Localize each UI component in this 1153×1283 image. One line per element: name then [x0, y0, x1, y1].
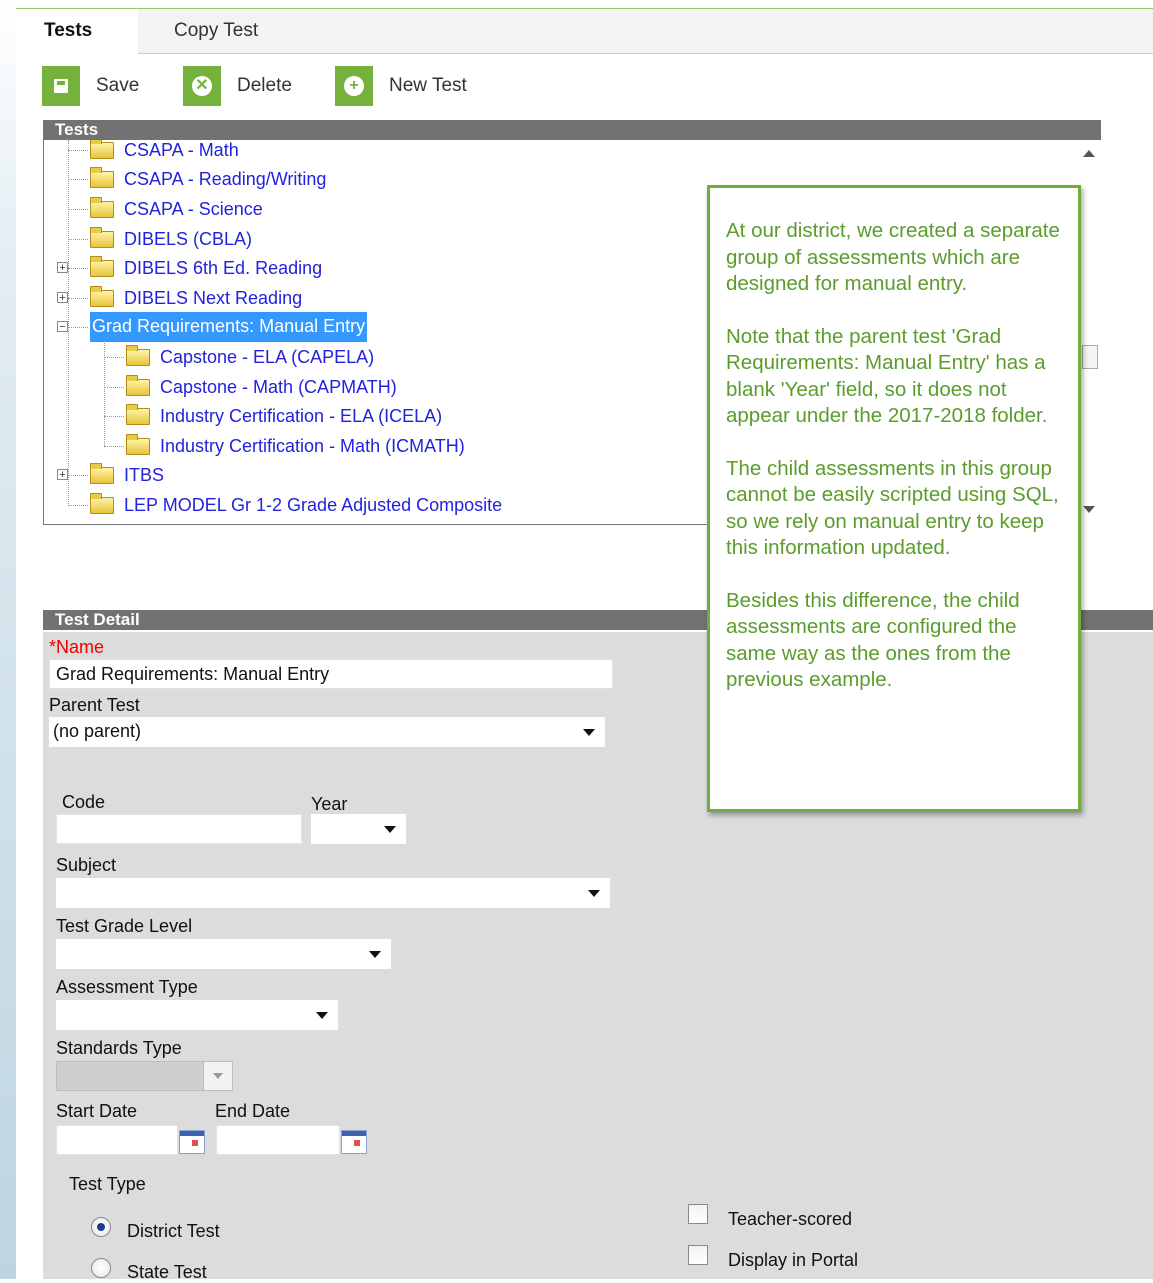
folder-icon	[126, 403, 150, 425]
folder-icon	[90, 492, 114, 514]
expand-icon[interactable]: +	[57, 292, 68, 304]
assessment-type-label: Assessment Type	[56, 977, 198, 997]
display-in-portal-label: Display in Portal	[728, 1250, 859, 1270]
expand-icon[interactable]: +	[57, 262, 68, 274]
tree-item[interactable]: DIBELS 6th Ed. Reading	[90, 255, 324, 281]
chevron-down-icon	[369, 951, 381, 958]
start-date-field[interactable]	[56, 1125, 178, 1155]
chevron-down-icon	[588, 890, 600, 897]
teacher-scored-checkbox[interactable]	[688, 1204, 708, 1224]
tree-item[interactable]: CSAPA - Reading/Writing	[90, 166, 328, 192]
teacher-scored-label: Teacher-scored	[728, 1209, 853, 1229]
tab-tests[interactable]: Tests	[16, 9, 138, 54]
code-label: Code	[62, 792, 106, 812]
annotation-callout: At our district, we created a separate g…	[707, 185, 1081, 812]
folder-icon	[90, 255, 114, 277]
start-date-label: Start Date	[56, 1101, 138, 1121]
district-test-radio[interactable]	[91, 1217, 111, 1237]
code-field[interactable]	[56, 814, 302, 844]
callout-paragraph: Note that the parent test 'Grad Requirem…	[726, 324, 1048, 428]
tree-item[interactable]: ITBS	[90, 462, 166, 488]
folder-icon	[90, 462, 114, 484]
folder-icon	[126, 374, 150, 396]
tree-item[interactable]: Industry Certification - Math (ICMATH)	[126, 433, 467, 459]
background-strip	[0, 0, 16, 1279]
parent-test-value: (no parent)	[53, 721, 142, 741]
display-in-portal-checkbox[interactable]	[688, 1245, 708, 1265]
tree-item[interactable]: CSAPA - Science	[90, 196, 265, 222]
year-select[interactable]	[311, 814, 406, 844]
tree-item[interactable]: Industry Certification - ELA (ICELA)	[126, 403, 444, 429]
scroll-thumb[interactable]	[1082, 345, 1098, 369]
district-test-label: District Test	[127, 1221, 220, 1241]
save-icon	[42, 66, 80, 106]
delete-button[interactable]: ✕ Delete	[183, 64, 292, 108]
end-date-field[interactable]	[216, 1125, 340, 1155]
folder-icon	[90, 285, 114, 307]
save-label: Save	[96, 75, 140, 96]
parent-test-select[interactable]: (no parent)	[49, 717, 605, 747]
folder-icon	[90, 140, 114, 159]
calendar-icon[interactable]	[341, 1130, 367, 1154]
state-test-label: State Test	[127, 1262, 207, 1282]
tree-item-selected[interactable]: Grad Requirements: Manual Entry	[90, 312, 368, 342]
subject-label: Subject	[56, 855, 117, 875]
standards-type-select	[56, 1061, 233, 1091]
plus-icon: +	[335, 66, 373, 106]
expand-icon[interactable]: +	[57, 469, 68, 481]
callout-paragraph: At our district, we created a separate g…	[726, 219, 1060, 295]
state-test-radio[interactable]	[91, 1258, 111, 1278]
tests-panel-header: Tests	[43, 120, 1101, 140]
tree-item[interactable]: CSAPA - Math	[90, 140, 241, 163]
tree-item[interactable]: DIBELS (CBLA)	[90, 226, 254, 252]
calendar-icon[interactable]	[179, 1130, 205, 1154]
callout-paragraph: Besides this difference, the child asses…	[726, 588, 1020, 692]
scroll-up-arrow-icon[interactable]	[1083, 150, 1095, 157]
new-test-button[interactable]: + New Test	[335, 64, 467, 108]
callout-paragraph: The child assessments in this group cann…	[726, 456, 1059, 560]
folder-icon	[126, 433, 150, 455]
standards-type-label: Standards Type	[56, 1038, 182, 1058]
chevron-down-icon	[203, 1062, 232, 1090]
year-label: Year	[311, 794, 348, 814]
folder-icon	[90, 166, 114, 188]
tree-item[interactable]: Capstone - ELA (CAPELA)	[126, 344, 376, 370]
end-date-label: End Date	[215, 1101, 291, 1121]
name-field[interactable]: Grad Requirements: Manual Entry	[49, 659, 613, 689]
subject-select[interactable]	[56, 878, 610, 908]
tab-bar: Tests Copy Test	[16, 9, 1153, 54]
assessment-type-select[interactable]	[56, 1000, 338, 1030]
new-test-label: New Test	[389, 75, 467, 96]
name-label: *Name	[49, 637, 105, 657]
folder-icon	[126, 344, 150, 366]
delete-label: Delete	[237, 75, 292, 96]
chevron-down-icon	[384, 826, 396, 833]
tree-item[interactable]: LEP MODEL Gr 1-2 Grade Adjusted Composit…	[90, 492, 504, 518]
test-grade-level-label: Test Grade Level	[56, 916, 193, 936]
chevron-down-icon	[316, 1012, 328, 1019]
tree-item[interactable]: Capstone - Math (CAPMATH)	[126, 374, 399, 400]
folder-icon	[90, 196, 114, 218]
delete-icon: ✕	[183, 66, 221, 106]
scroll-down-arrow-icon[interactable]	[1083, 506, 1095, 513]
tree-item[interactable]: DIBELS Next Reading	[90, 285, 304, 311]
parent-test-label: Parent Test	[49, 695, 140, 715]
tab-copy-test[interactable]: Copy Test	[174, 9, 258, 53]
folder-icon	[90, 226, 114, 248]
chevron-down-icon	[583, 729, 595, 736]
test-grade-level-select[interactable]	[56, 939, 391, 969]
test-type-label: Test Type	[69, 1174, 146, 1194]
save-button[interactable]: Save	[42, 64, 139, 108]
collapse-icon[interactable]: −	[57, 321, 68, 333]
